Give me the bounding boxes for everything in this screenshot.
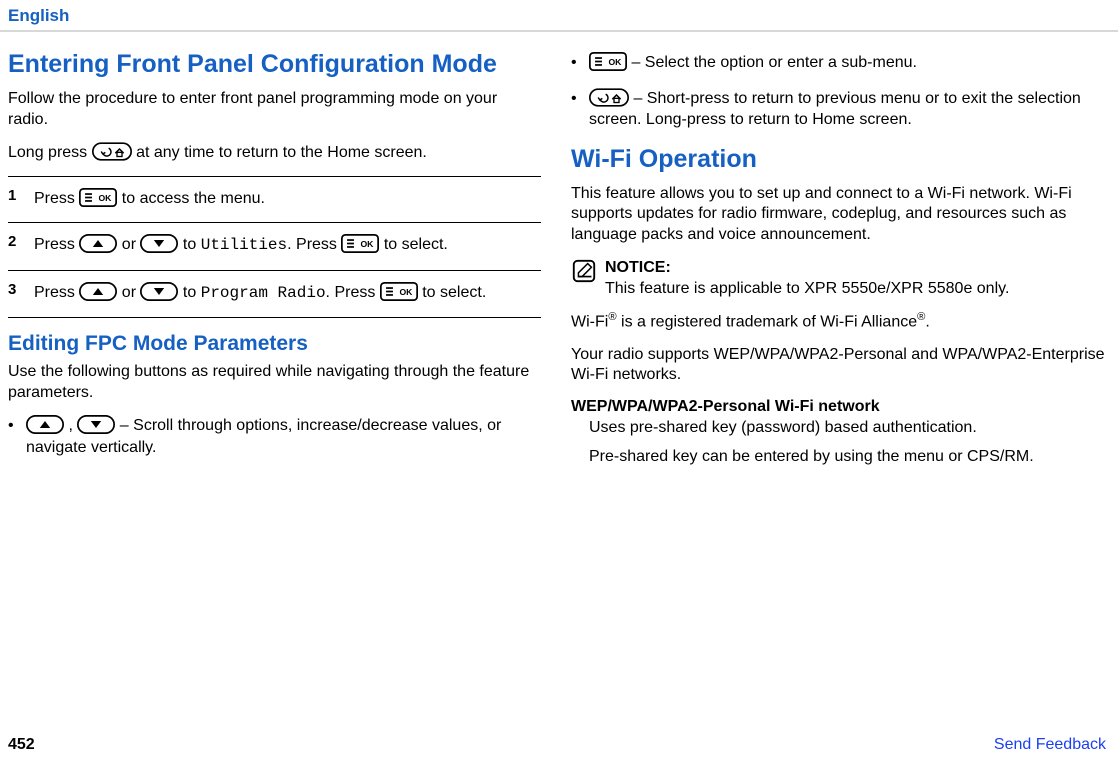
text: or xyxy=(122,284,141,301)
step-body: Press or to Utilities. Press to select. xyxy=(34,233,448,257)
down-key-icon xyxy=(140,234,178,253)
step-1: 1 Press to access the menu. xyxy=(8,176,541,222)
down-key-icon xyxy=(140,282,178,301)
def-title-personal: WEP/WPA/WPA2-Personal Wi-Fi network xyxy=(571,398,1110,416)
def-body-1: Uses pre-shared key (password) based aut… xyxy=(589,418,1110,439)
menu-target-program-radio: Program Radio xyxy=(201,284,326,302)
language-label: English xyxy=(8,6,69,25)
text: to xyxy=(183,284,201,301)
back-home-key-icon xyxy=(589,88,629,107)
step-2: 2 Press or to Utilities. Press to select… xyxy=(8,222,541,269)
back-home-key-icon xyxy=(92,142,132,161)
bullet-dot: • xyxy=(571,52,589,74)
text: . Press xyxy=(287,236,341,253)
supports-note: Your radio supports WEP/WPA/WPA2-Persona… xyxy=(571,345,1110,387)
menu-ok-key-icon xyxy=(589,52,627,71)
bullet-body: – Short-press to return to previous menu… xyxy=(589,88,1110,131)
bullet-body: – Select the option or enter a sub-menu. xyxy=(589,52,917,74)
page-header: English xyxy=(0,0,1118,32)
notice-icon-svg xyxy=(571,258,597,284)
text: . Press xyxy=(326,284,380,301)
right-column: • – Select the option or enter a sub-men… xyxy=(559,32,1110,476)
notice-label: NOTICE: xyxy=(605,258,1009,279)
menu-ok-key-icon xyxy=(79,188,117,207)
heading-entering-fpc: Entering Front Panel Configuration Mode xyxy=(8,50,541,79)
text: , xyxy=(68,417,77,434)
text: to select. xyxy=(384,236,448,253)
menu-ok-key-icon xyxy=(341,234,379,253)
heading-editing-fpc: Editing FPC Mode Parameters xyxy=(8,332,541,356)
text: Press xyxy=(34,236,79,253)
bullet-body: , – Scroll through options, increase/dec… xyxy=(26,415,541,458)
trademark-note: Wi-Fi® is a registered trademark of Wi-F… xyxy=(571,310,1110,333)
down-key-icon xyxy=(77,415,115,434)
button-bullets-left: • , – Scroll through options, increase/d… xyxy=(8,415,541,458)
longpress-note: Long press at any time to return to the … xyxy=(8,142,541,164)
bullet-scroll: • , – Scroll through options, increase/d… xyxy=(8,415,541,458)
send-feedback-link[interactable]: Send Feedback xyxy=(994,736,1106,754)
editing-intro: Use the following buttons as required wh… xyxy=(8,362,541,404)
text: or xyxy=(122,236,141,253)
notice-text: This feature is applicable to XPR 5550e/… xyxy=(605,279,1009,300)
text: – Short-press to return to previous menu… xyxy=(589,90,1081,129)
page-footer: 452 Send Feedback xyxy=(0,736,1118,754)
menu-target-utilities: Utilities xyxy=(201,236,287,254)
text: to access the menu. xyxy=(122,190,265,207)
step-number: 2 xyxy=(8,233,34,257)
page: English Entering Front Panel Configurati… xyxy=(0,0,1118,762)
bullet-select: • – Select the option or enter a sub-men… xyxy=(571,52,1110,74)
up-key-icon xyxy=(79,234,117,253)
bullet-back: • – Short-press to return to previous me… xyxy=(571,88,1110,131)
step-number: 1 xyxy=(8,187,34,210)
text: Long press xyxy=(8,144,92,161)
text: at any time to return to the Home screen… xyxy=(136,144,427,161)
intro-paragraph: Follow the procedure to enter front pane… xyxy=(8,89,541,131)
text: Press xyxy=(34,190,79,207)
bullet-dot: • xyxy=(571,88,589,131)
text: to select. xyxy=(422,284,486,301)
page-number: 452 xyxy=(8,736,35,754)
bullet-dot: • xyxy=(8,415,26,458)
def-body-2: Pre-shared key can be entered by using t… xyxy=(589,447,1110,468)
step-body: Press to access the menu. xyxy=(34,187,265,210)
text: – Select the option or enter a sub-menu. xyxy=(631,54,917,71)
step-3: 3 Press or to Program Radio. Press to se… xyxy=(8,270,541,318)
left-column: Entering Front Panel Configuration Mode … xyxy=(8,32,559,476)
text: Press xyxy=(34,284,79,301)
text: to xyxy=(183,236,201,253)
notice-icon xyxy=(571,258,605,300)
menu-ok-key-icon xyxy=(380,282,418,301)
up-key-icon xyxy=(26,415,64,434)
up-key-icon xyxy=(79,282,117,301)
step-body: Press or to Program Radio. Press to sele… xyxy=(34,281,486,305)
heading-wifi-operation: Wi-Fi Operation xyxy=(571,145,1110,174)
notice-block: NOTICE: This feature is applicable to XP… xyxy=(571,258,1110,300)
notice-body: NOTICE: This feature is applicable to XP… xyxy=(605,258,1009,300)
step-number: 3 xyxy=(8,281,34,305)
steps-list: 1 Press to access the menu. 2 Press or xyxy=(8,176,541,318)
wifi-intro: This feature allows you to set up and co… xyxy=(571,184,1110,246)
content-columns: Entering Front Panel Configuration Mode … xyxy=(0,32,1118,476)
button-bullets-right: • – Select the option or enter a sub-men… xyxy=(571,52,1110,131)
